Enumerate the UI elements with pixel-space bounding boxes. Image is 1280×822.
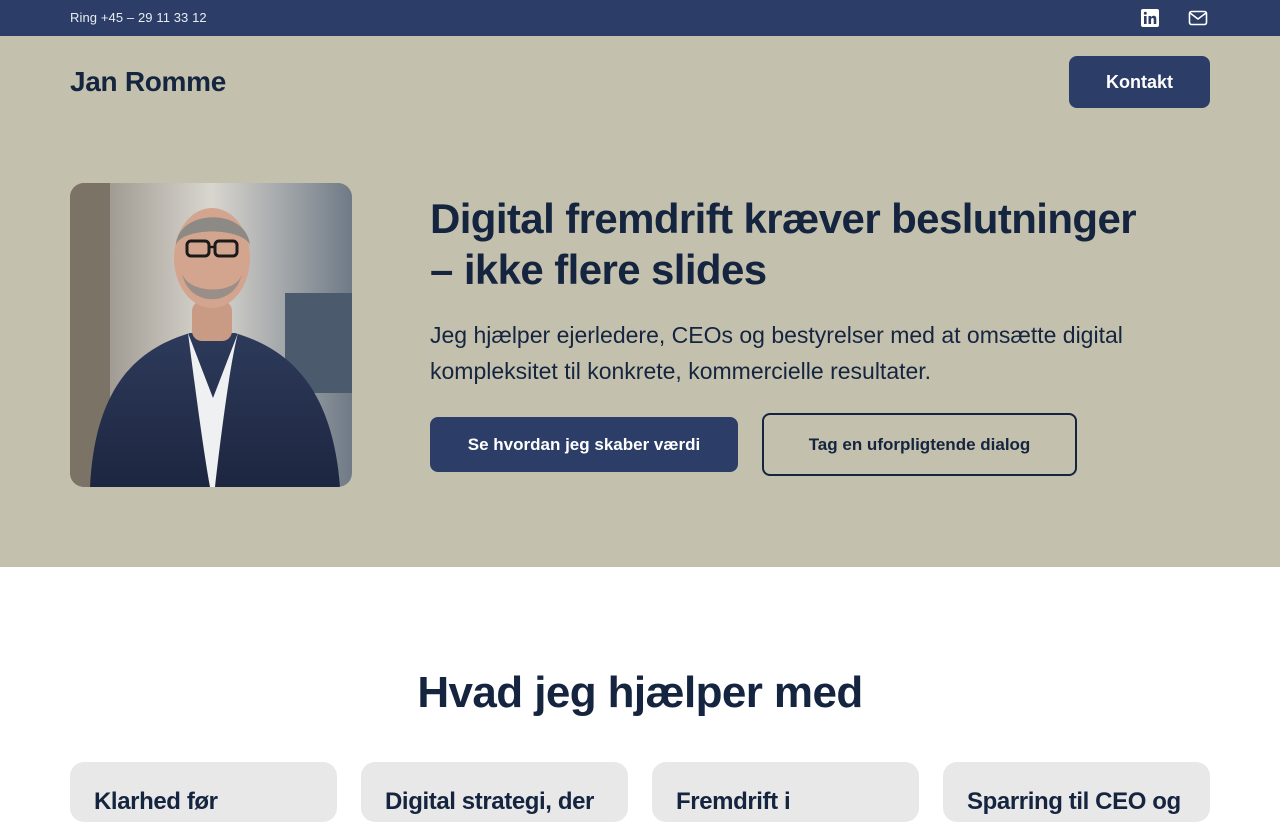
site-logo[interactable]: Jan Romme xyxy=(70,66,226,98)
hero-section: Jan Romme Kontakt Digital fremdrift kræv… xyxy=(0,36,1280,567)
services-title: Hvad jeg hjælper med xyxy=(417,668,863,717)
service-card-title: Sparring til CEO og xyxy=(967,788,1181,815)
service-card-title: Klarhed før xyxy=(94,788,218,815)
service-card[interactable]: Klarhed før xyxy=(70,762,337,822)
phone-link[interactable]: Ring +45 – 29 11 33 12 xyxy=(70,10,207,25)
linkedin-icon[interactable] xyxy=(1139,7,1161,29)
service-card[interactable]: Fremdrift i xyxy=(652,762,919,822)
top-bar: Ring +45 – 29 11 33 12 xyxy=(0,0,1280,36)
service-card-title: Digital strategi, der xyxy=(385,788,594,815)
hero-headline-line2: – ikke flere slides xyxy=(430,246,767,293)
hero-lead: Jeg hjælper ejerledere, CEOs og bestyrel… xyxy=(430,322,1123,384)
contact-button[interactable]: Kontakt xyxy=(1069,56,1210,108)
hero-headline-line1: Digital fremdrift kræver beslutninger xyxy=(430,195,1137,242)
dialog-button[interactable]: Tag en uforpligtende dialog xyxy=(762,413,1077,476)
hero-headline: Digital fremdrift kræver beslutninger – … xyxy=(430,193,1210,295)
portrait-photo xyxy=(70,183,352,487)
service-card[interactable]: Sparring til CEO og xyxy=(943,762,1210,822)
mail-icon[interactable] xyxy=(1187,7,1209,29)
see-value-button[interactable]: Se hvordan jeg skaber værdi xyxy=(430,417,738,472)
service-card[interactable]: Digital strategi, der xyxy=(361,762,628,822)
service-card-title: Fremdrift i xyxy=(676,788,791,815)
